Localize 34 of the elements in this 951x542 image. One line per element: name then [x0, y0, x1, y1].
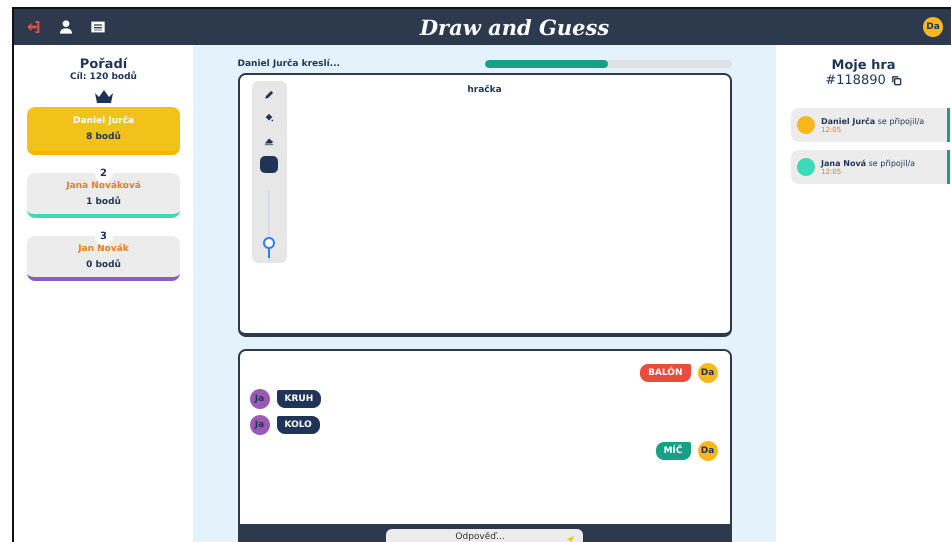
user-avatar: Ja — [250, 389, 270, 409]
player-points: 1 bodů — [86, 196, 121, 206]
color-swatch[interactable] — [260, 156, 278, 174]
game-title: Moje hra — [831, 58, 896, 73]
logout-icon[interactable] — [26, 19, 42, 35]
drawing-canvas[interactable]: hračka — [238, 73, 732, 337]
user-avatar: Da — [698, 441, 718, 461]
list-icon[interactable] — [90, 19, 106, 35]
guess-bubble: KRUH — [276, 390, 322, 408]
slider-thumb[interactable] — [263, 237, 275, 250]
answer-field[interactable]: Odpověď... — [386, 529, 583, 542]
drawer-status: Daniel Jurča kreslí... — [238, 59, 340, 69]
guess-bubble: KOLO — [276, 416, 320, 434]
event-text: Jana Nová se připojil/a — [821, 158, 916, 168]
crown-icon — [94, 90, 112, 103]
user-avatar: Da — [698, 363, 718, 383]
player-points: 0 bodů — [86, 260, 121, 270]
guess-bubble: BALÓN — [640, 364, 690, 382]
goal-text: Cíl: 120 bodů — [70, 72, 137, 82]
user-icon[interactable] — [58, 19, 74, 35]
event-text: Daniel Jurča se připojil/a — [821, 116, 924, 126]
player-name: Daniel Jurča — [73, 116, 134, 126]
game-code: #118890 — [825, 73, 886, 88]
ranking-title: Pořadí — [80, 57, 128, 72]
secret-word: hračka — [466, 84, 503, 97]
player-name: Jana Nováková — [66, 180, 141, 190]
answer-input[interactable]: Odpověď... — [394, 531, 566, 542]
app-title: Draw and Guess — [418, 14, 610, 40]
player-name: Jan Novák — [78, 244, 129, 254]
guess-bubble: MÍČ — [656, 442, 690, 460]
player-points: 8 bodů — [86, 132, 121, 142]
user-avatar[interactable]: Da — [923, 17, 943, 37]
user-avatar: Ja — [250, 415, 270, 435]
copy-icon[interactable] — [890, 75, 902, 86]
